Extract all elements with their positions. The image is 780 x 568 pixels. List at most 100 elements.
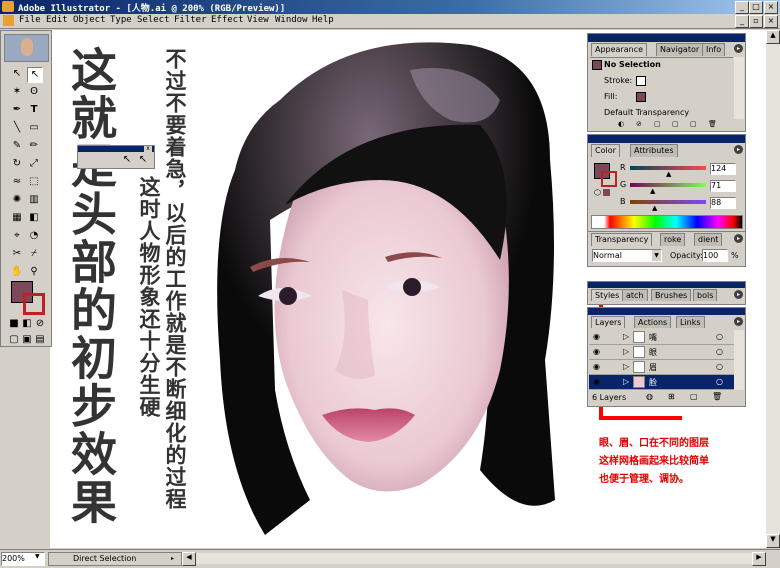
g-slider[interactable] bbox=[630, 183, 706, 187]
r-value-field[interactable]: 124 bbox=[710, 163, 736, 175]
screen-mode-1-icon[interactable]: ▢ bbox=[7, 333, 21, 347]
floating-palette-titlebar[interactable] bbox=[78, 146, 154, 152]
b-slider[interactable] bbox=[630, 200, 706, 204]
layer-name[interactable]: 眼 bbox=[649, 347, 657, 358]
menu-select[interactable]: Select bbox=[137, 15, 170, 25]
menu-filter[interactable]: Filter bbox=[174, 15, 207, 25]
warp-tool-icon[interactable]: ≈ bbox=[10, 175, 24, 189]
status-menu-icon[interactable]: ▸ bbox=[171, 553, 174, 565]
layers-menu-icon[interactable]: ▸ bbox=[734, 317, 743, 326]
gradient-mode-icon[interactable]: ◧ bbox=[20, 317, 34, 331]
expand-triangle-icon[interactable]: ▷ bbox=[623, 362, 629, 371]
tab-stroke[interactable]: roke bbox=[660, 233, 686, 246]
fill-color-icon[interactable] bbox=[636, 92, 646, 102]
layer-name[interactable]: 眉 bbox=[649, 362, 657, 373]
target-circle-icon[interactable]: ○ bbox=[716, 362, 723, 371]
group-select-icon[interactable]: ↖ bbox=[136, 153, 150, 167]
direct-select-icon[interactable]: ↖ bbox=[120, 153, 134, 167]
trash-icon[interactable]: 🗑 bbox=[708, 120, 717, 128]
doc-close-button[interactable]: × bbox=[764, 15, 778, 28]
eye-icon[interactable]: ◉ bbox=[593, 362, 600, 371]
vertical-scrollbar[interactable]: ▲ ▼ bbox=[766, 30, 780, 548]
tab-transparency[interactable]: Transparency bbox=[591, 233, 653, 246]
doc-restore-button[interactable]: ▫ bbox=[749, 15, 763, 28]
tab-appearance[interactable]: Appearance bbox=[591, 43, 648, 56]
layer-row[interactable]: ◉ ▷ 眉 ○ bbox=[589, 360, 734, 375]
scroll-right-arrow-icon[interactable]: ▶ bbox=[752, 552, 766, 566]
menu-help[interactable]: Help bbox=[312, 15, 334, 25]
eyedropper-tool-icon[interactable]: ⌖ bbox=[10, 229, 24, 243]
pencil-tool-icon[interactable]: ✏ bbox=[27, 139, 41, 153]
appearance-scrollbar[interactable] bbox=[734, 57, 744, 119]
blend-mode-select[interactable]: Normal ▼ bbox=[592, 249, 662, 262]
gradient-tool-icon[interactable]: ◧ bbox=[27, 211, 41, 225]
scroll-up-arrow-icon[interactable]: ▲ bbox=[766, 30, 780, 44]
transparency-menu-icon[interactable]: ▸ bbox=[734, 234, 743, 243]
eye-icon[interactable]: ◉ bbox=[593, 347, 600, 356]
tab-info[interactable]: Info bbox=[702, 43, 726, 56]
screen-mode-3-icon[interactable]: ▤ bbox=[33, 333, 47, 347]
expand-triangle-icon[interactable]: ▷ bbox=[623, 377, 629, 386]
tab-symbols[interactable]: bols bbox=[693, 289, 718, 301]
b-slider-thumb[interactable]: ▲ bbox=[652, 204, 657, 212]
color-panel-titlebar[interactable] bbox=[588, 135, 745, 143]
blend-tool-icon[interactable]: ◔ bbox=[27, 229, 41, 243]
layer-row-selected[interactable]: ◉ ▷ 脸 ○ bbox=[589, 375, 734, 390]
footer-icon-3[interactable]: ▢ bbox=[654, 120, 661, 128]
zoom-dropdown-icon[interactable]: ▼ bbox=[35, 553, 40, 560]
tab-styles[interactable]: Styles bbox=[591, 289, 624, 301]
target-circle-icon[interactable]: ○ bbox=[716, 377, 723, 386]
footer-icon-1[interactable]: ◐ bbox=[618, 120, 624, 128]
footer-icon-5[interactable]: ▢ bbox=[690, 120, 697, 128]
symbol-sprayer-icon[interactable]: ✺ bbox=[10, 193, 24, 207]
make-clipping-mask-icon[interactable]: ◍ bbox=[646, 392, 653, 401]
tab-color[interactable]: Color bbox=[591, 144, 620, 157]
zoom-tool-icon[interactable]: ⚲ bbox=[27, 265, 41, 279]
footer-icon-4[interactable]: ▢ bbox=[672, 120, 679, 128]
doc-minimize-button[interactable]: _ bbox=[735, 15, 749, 28]
layer-name[interactable]: 脸 bbox=[649, 377, 657, 388]
floating-palette-close[interactable]: x bbox=[144, 146, 152, 152]
tab-navigator[interactable]: Navigator bbox=[656, 43, 704, 56]
menu-edit[interactable]: Edit bbox=[46, 15, 68, 25]
layer-name[interactable]: 嘴 bbox=[649, 332, 657, 343]
type-tool-icon[interactable]: T bbox=[27, 103, 41, 117]
maximize-button[interactable]: □ bbox=[749, 1, 763, 14]
menu-window[interactable]: Window bbox=[275, 15, 308, 25]
expand-triangle-icon[interactable]: ▷ bbox=[623, 332, 629, 341]
stroke-swatch[interactable] bbox=[23, 293, 45, 315]
menu-file[interactable]: File bbox=[19, 15, 41, 25]
rectangle-tool-icon[interactable]: ▭ bbox=[27, 121, 41, 135]
horizontal-scroll-track[interactable] bbox=[196, 553, 752, 564]
color-menu-icon[interactable]: ▸ bbox=[734, 145, 743, 154]
new-layer-icon[interactable]: ▢ bbox=[690, 392, 698, 401]
delete-layer-icon[interactable]: 🗑 bbox=[712, 392, 722, 401]
eye-icon[interactable]: ◉ bbox=[593, 377, 600, 386]
direct-selection-tool-icon[interactable]: ↖ bbox=[27, 67, 43, 83]
tab-layers[interactable]: Layers bbox=[591, 316, 626, 328]
graph-tool-icon[interactable]: ▥ bbox=[27, 193, 41, 207]
screen-mode-2-icon[interactable]: ▣ bbox=[20, 333, 34, 347]
scroll-left-arrow-icon[interactable]: ◀ bbox=[182, 552, 196, 566]
status-tool-field[interactable]: Direct Selection ▸ bbox=[48, 552, 182, 566]
mesh-tool-icon[interactable]: ▦ bbox=[10, 211, 24, 225]
g-slider-thumb[interactable]: ▲ bbox=[650, 187, 655, 195]
stroke-none-icon[interactable] bbox=[636, 76, 646, 86]
scale-tool-icon[interactable]: ⤢ bbox=[27, 157, 41, 171]
close-button[interactable]: × bbox=[764, 1, 778, 14]
hand-tool-icon[interactable]: ✋ bbox=[10, 265, 24, 279]
blend-mode-dropdown-icon[interactable]: ▼ bbox=[652, 250, 661, 261]
styles-menu-icon[interactable]: ▸ bbox=[734, 290, 743, 299]
appearance-menu-icon[interactable]: ▸ bbox=[734, 44, 743, 53]
color-spectrum-bar[interactable] bbox=[591, 215, 743, 229]
scissors-tool-icon[interactable]: ✂ bbox=[10, 247, 24, 261]
layers-panel-titlebar[interactable] bbox=[588, 308, 745, 315]
target-circle-icon[interactable]: ○ bbox=[716, 332, 723, 341]
new-sublayer-icon[interactable]: ⊞ bbox=[668, 392, 675, 401]
tab-attributes[interactable]: Attributes bbox=[630, 144, 678, 157]
rotate-tool-icon[interactable]: ↻ bbox=[10, 157, 24, 171]
expand-triangle-icon[interactable]: ▷ bbox=[623, 347, 629, 356]
magic-wand-icon[interactable]: ✶ bbox=[10, 85, 24, 99]
opacity-field[interactable]: 100 bbox=[702, 249, 728, 262]
footer-icon-2[interactable]: ⊘ bbox=[636, 120, 642, 128]
